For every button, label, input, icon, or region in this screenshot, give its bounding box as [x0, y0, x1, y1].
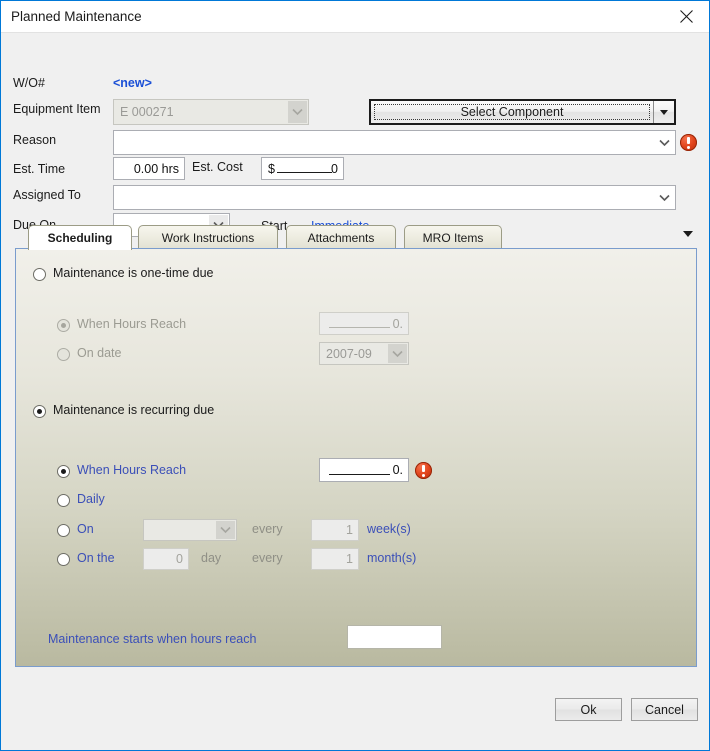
est-time-value: 0.00 hrs: [133, 161, 179, 176]
tab-mro-items[interactable]: MRO Items: [404, 225, 502, 249]
one-time-hours-mask-line: [329, 327, 390, 328]
ok-button-label: Ok: [580, 702, 597, 717]
chevron-glyph: [292, 108, 303, 116]
select-component-label: Select Component: [460, 105, 564, 119]
recurring-daily-label[interactable]: Daily: [77, 492, 105, 506]
title-bar: Planned Maintenance: [1, 1, 709, 33]
scheduling-panel-inner: Maintenance is one-time due When Hours R…: [16, 249, 696, 666]
recurring-on-every-label: every: [252, 522, 283, 536]
select-component-dropdown[interactable]: [654, 101, 674, 123]
window-title: Planned Maintenance: [11, 9, 142, 24]
radio-recurring-on[interactable]: [57, 524, 70, 537]
one-time-hours-input[interactable]: 0.: [319, 312, 409, 335]
one-time-due-label[interactable]: Maintenance is one-time due: [53, 266, 214, 280]
recurring-on-the-day-label: day: [201, 551, 222, 565]
est-cost-mask-line: [277, 172, 332, 173]
close-icon[interactable]: [663, 1, 709, 32]
recurring-hours-error-icon: [415, 462, 432, 479]
planned-maintenance-window: Planned Maintenance W/O# <new> Equipment…: [0, 0, 710, 751]
equipment-item-combo[interactable]: E 000271: [113, 99, 309, 125]
wo-label: W/O#: [13, 76, 45, 90]
radio-one-time-when-hours-reach[interactable]: [57, 319, 70, 332]
triangle-down-icon: [660, 109, 668, 115]
recurring-on-interval-input[interactable]: 1: [311, 519, 359, 541]
recurring-on-the-interval-value: 1: [346, 552, 353, 566]
reason-label: Reason: [13, 133, 57, 147]
est-time-label: Est. Time: [13, 162, 66, 176]
chevron-down-icon: [216, 521, 235, 539]
est-cost-input[interactable]: $ 0: [261, 157, 344, 180]
tab-attachments[interactable]: Attachments: [286, 225, 396, 249]
recurring-on-day-combo[interactable]: [143, 519, 237, 541]
tab-mro-items-label: MRO Items: [422, 230, 484, 245]
tab-scheduling-label: Scheduling: [47, 231, 113, 245]
select-component-main[interactable]: Select Component: [371, 101, 654, 123]
radio-recurring-on-the[interactable]: [57, 553, 70, 566]
select-component-button[interactable]: Select Component: [369, 99, 676, 125]
chevron-down-icon: [288, 101, 307, 123]
tab-work-instructions-label: Work Instructions: [161, 230, 255, 245]
recurring-on-label[interactable]: On: [77, 522, 94, 536]
recurring-on-interval-value: 1: [346, 523, 353, 537]
chevron-glyph: [659, 194, 670, 201]
recurring-hours-input[interactable]: 0.: [319, 458, 409, 482]
maintenance-starts-input[interactable]: [347, 625, 442, 649]
close-glyph: [679, 10, 693, 23]
recurring-due-label[interactable]: Maintenance is recurring due: [53, 403, 214, 417]
cancel-button[interactable]: Cancel: [631, 698, 698, 721]
equipment-item-value: E 000271: [120, 105, 174, 119]
est-cost-currency: $: [268, 161, 275, 176]
scheduling-panel: Maintenance is one-time due When Hours R…: [15, 248, 697, 667]
tab-attachments-label: Attachments: [307, 230, 375, 245]
est-time-input[interactable]: 0.00 hrs: [113, 157, 185, 180]
reason-combo[interactable]: [113, 130, 676, 155]
maintenance-starts-label: Maintenance starts when hours reach: [48, 632, 257, 646]
wo-value-link[interactable]: <new>: [113, 76, 152, 90]
one-time-date-combo[interactable]: 2007-09: [319, 342, 409, 365]
radio-recurring-due[interactable]: [33, 405, 46, 418]
recurring-hours-value: 0.: [392, 463, 403, 477]
recurring-when-hours-reach-label[interactable]: When Hours Reach: [77, 463, 186, 477]
recurring-on-the-every-label: every: [252, 551, 283, 565]
tab-work-instructions[interactable]: Work Instructions: [138, 225, 278, 249]
chevron-down-icon: [655, 187, 674, 208]
chevron-glyph: [392, 350, 403, 357]
recurring-on-unit-label: week(s): [367, 522, 411, 536]
equipment-item-label: Equipment Item: [13, 102, 101, 116]
tab-strip: Scheduling Work Instructions Attachments…: [15, 225, 697, 250]
recurring-on-the-day-value: 0: [176, 552, 183, 566]
est-cost-label: Est. Cost: [192, 160, 243, 174]
one-time-hours-value: 0.: [392, 316, 403, 331]
est-cost-value: 0: [331, 161, 338, 176]
chevron-down-icon: [388, 344, 407, 363]
assigned-to-label: Assigned To: [13, 188, 81, 202]
chevron-glyph: [659, 139, 670, 146]
radio-one-time-on-date[interactable]: [57, 348, 70, 361]
recurring-hours-mask-line: [329, 474, 390, 475]
one-time-on-date-label[interactable]: On date: [77, 346, 121, 360]
header-form: W/O# <new> Equipment Item E 000271 Selec…: [2, 33, 709, 237]
reason-error-icon: [680, 134, 697, 151]
tab-overflow-icon[interactable]: [683, 231, 693, 237]
radio-recurring-when-hours-reach[interactable]: [57, 465, 70, 478]
cancel-button-label: Cancel: [645, 702, 684, 717]
assigned-to-combo[interactable]: [113, 185, 676, 210]
chevron-down-icon: [655, 132, 674, 153]
ok-button[interactable]: Ok: [555, 698, 622, 721]
one-time-when-hours-reach-label[interactable]: When Hours Reach: [77, 317, 186, 331]
one-time-date-value: 2007-09: [326, 346, 372, 361]
radio-recurring-daily[interactable]: [57, 494, 70, 507]
tab-scheduling[interactable]: Scheduling: [28, 225, 132, 250]
recurring-on-the-unit-label: month(s): [367, 551, 417, 565]
radio-one-time-due[interactable]: [33, 268, 46, 281]
recurring-on-the-interval-input[interactable]: 1: [311, 548, 359, 570]
recurring-on-the-label[interactable]: On the: [77, 551, 115, 565]
recurring-on-the-day-input[interactable]: 0: [143, 548, 189, 570]
chevron-glyph: [220, 526, 231, 534]
